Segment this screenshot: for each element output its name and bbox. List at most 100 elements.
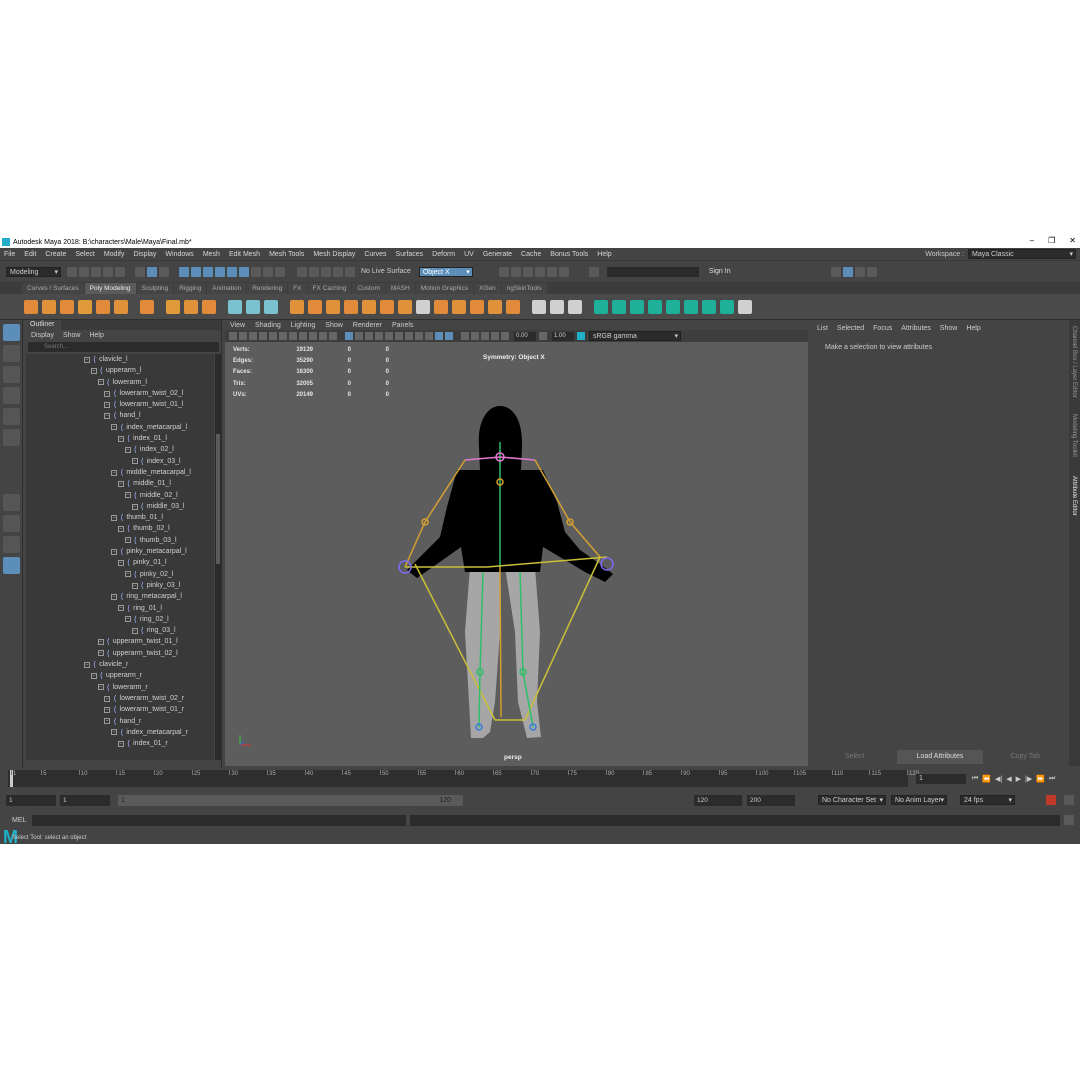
ambient-occlusion-icon[interactable] [415,332,423,340]
poly-plane-icon[interactable] [114,299,128,314]
isolate-select-icon[interactable] [461,332,469,340]
outliner-item-ring-metacarpal-l[interactable]: − ⟨ ring_metacarpal_l [26,591,214,602]
viewport-menu-shading[interactable]: Shading [255,322,281,329]
attr-menu-selected[interactable]: Selected [837,325,864,332]
menu-windows[interactable]: Windows [165,251,193,258]
outliner-item-lowerarm-r[interactable]: − ⟨ lowerarm_r [26,682,214,693]
xray-components-icon[interactable] [491,332,499,340]
outliner-item-index-02-l[interactable]: − ⟨ index_02_l [26,444,214,455]
xray-joints-icon[interactable] [481,332,489,340]
four-view-layout-icon[interactable] [3,515,20,532]
snap-view-icon[interactable] [215,266,225,277]
sew-uv-icon[interactable] [666,299,680,314]
expand-icon[interactable]: − [131,582,138,589]
history-icon[interactable] [251,266,261,277]
expand-icon[interactable]: − [84,356,90,363]
expand-icon[interactable]: − [104,695,111,702]
menu-uv[interactable]: UV [464,251,474,258]
outliner-item-upperarm-l[interactable]: − ⟨ upperarm_l [26,365,214,376]
pause-icon[interactable] [558,266,569,277]
sign-in-button[interactable]: Sign In [709,268,731,275]
move-tool-icon[interactable] [3,387,20,404]
viewport-menu-view[interactable]: View [230,322,245,329]
attribute-editor-tab[interactable]: Attribute Editor [1071,476,1077,516]
outliner-item-pinky-03-l[interactable]: − ⟨ pinky_03_l [26,580,214,591]
persp-graph-layout-icon[interactable] [3,557,20,574]
render-view-icon[interactable] [498,266,509,277]
exposure-icon[interactable] [501,332,509,340]
perspective-viewport[interactable]: Verts: 19139 0 0 Edges: 35290 0 0 Faces: 16300 0 0 T… [225,342,808,766]
snap-point-icon[interactable] [203,266,213,277]
remesh-icon[interactable] [380,299,394,314]
expand-icon[interactable]: − [124,616,131,623]
resolution-gate-icon[interactable] [289,332,297,340]
default-material-icon[interactable] [365,332,373,340]
shelf-tab-fx[interactable]: FX [288,283,307,294]
camera-attributes-icon[interactable] [239,332,247,340]
expand-icon[interactable]: − [111,514,118,521]
render-icon[interactable] [309,266,319,277]
outliner-item-lowerarm-twist-02-l[interactable]: − ⟨ lowerarm_twist_02_l [26,388,214,399]
hypershade-icon[interactable] [345,266,355,277]
outliner-item-thumb-02-l[interactable]: − ⟨ thumb_02_l [26,523,214,534]
scale-tool-icon[interactable] [3,429,20,446]
menu-cache[interactable]: Cache [521,251,541,258]
exposure-field[interactable]: 0.00 [514,331,536,341]
select-component-icon[interactable] [159,266,169,277]
anim-layer-dropdown[interactable]: No Anim Layer [891,795,947,805]
expand-icon[interactable]: − [104,706,111,713]
poly-cone-icon[interactable] [78,299,92,314]
outliner-item-pinky-02-l[interactable]: − ⟨ pinky_02_l [26,569,214,580]
wedge-icon[interactable] [506,299,520,314]
merge-icon[interactable] [488,299,502,314]
poly-disc-icon[interactable] [140,299,154,314]
outliner-item-index-01-r[interactable]: − ⟨ index_01_r [26,738,214,749]
menu-bonus-tools[interactable]: Bonus Tools [550,251,588,258]
undo-icon[interactable] [103,266,113,277]
expand-icon[interactable]: − [104,390,111,397]
select-hierarchy-icon[interactable] [135,266,145,277]
outliner-item-index-01-l[interactable]: − ⟨ index_01_l [26,433,214,444]
mirror-icon[interactable] [326,299,340,314]
save-scene-icon[interactable] [91,266,101,277]
live-surface-label[interactable]: No Live Surface [361,268,411,275]
menu-deform[interactable]: Deform [432,251,455,258]
expand-icon[interactable]: − [131,458,138,465]
step-forward-frame-icon[interactable]: |▶ [1025,775,1032,783]
minimize-button[interactable]: – [1030,236,1034,245]
arnold-render-icon[interactable] [546,266,557,277]
load-attributes-button[interactable]: Load Attributes [897,750,983,764]
poly-cube-icon[interactable] [42,299,56,314]
expand-icon[interactable]: − [111,424,118,431]
outliner-item-clavicle-r[interactable]: − ⟨ clavicle_r [26,659,214,670]
menu-help[interactable]: Help [597,251,611,258]
expand-icon[interactable]: − [118,740,124,747]
shelf-tab-motion-graphics[interactable]: Motion Graphics [415,283,473,294]
outliner-item-clavicle-l[interactable]: − ⟨ clavicle_l [26,354,214,365]
outliner-menu-help[interactable]: Help [89,332,103,339]
persp-outliner-layout-icon[interactable] [3,536,20,553]
smooth-shade-icon[interactable] [355,332,363,340]
shelf-tab-ngskintools[interactable]: ngSkinTools [501,283,547,294]
outliner-item-upperarm-twist-02-l[interactable]: − ⟨ upperarm_twist_02_l [26,648,214,659]
outliner-item-middle-01-l[interactable]: − ⟨ middle_01_l [26,478,214,489]
poly-sphere-icon[interactable] [24,299,38,314]
menu-set-dropdown[interactable]: Modeling [6,266,61,277]
workspace-dropdown[interactable]: Maya Classic [968,249,1076,259]
menu-display[interactable]: Display [133,251,156,258]
menu-mesh-tools[interactable]: Mesh Tools [269,251,304,258]
field-chart-icon[interactable] [309,332,317,340]
outliner-item-index-metacarpal-l[interactable]: − ⟨ index_metacarpal_l [26,422,214,433]
menu-surfaces[interactable]: Surfaces [396,251,424,258]
target-weld-icon[interactable] [568,299,582,314]
xray-icon[interactable] [471,332,479,340]
expand-icon[interactable]: − [118,435,124,442]
outliner-item-thumb-01-l[interactable]: − ⟨ thumb_01_l [26,512,214,523]
outliner-item-lowerarm-twist-01-l[interactable]: − ⟨ lowerarm_twist_01_l [26,399,214,410]
menu-generate[interactable]: Generate [483,251,512,258]
auto-key-icon[interactable] [1046,795,1056,805]
depth-of-field-icon[interactable] [445,332,453,340]
layout-uv-icon[interactable] [702,299,716,314]
modeling-toolkit-tab[interactable]: Modeling Toolkit [1071,414,1077,457]
menu-mesh-display[interactable]: Mesh Display [313,251,355,258]
